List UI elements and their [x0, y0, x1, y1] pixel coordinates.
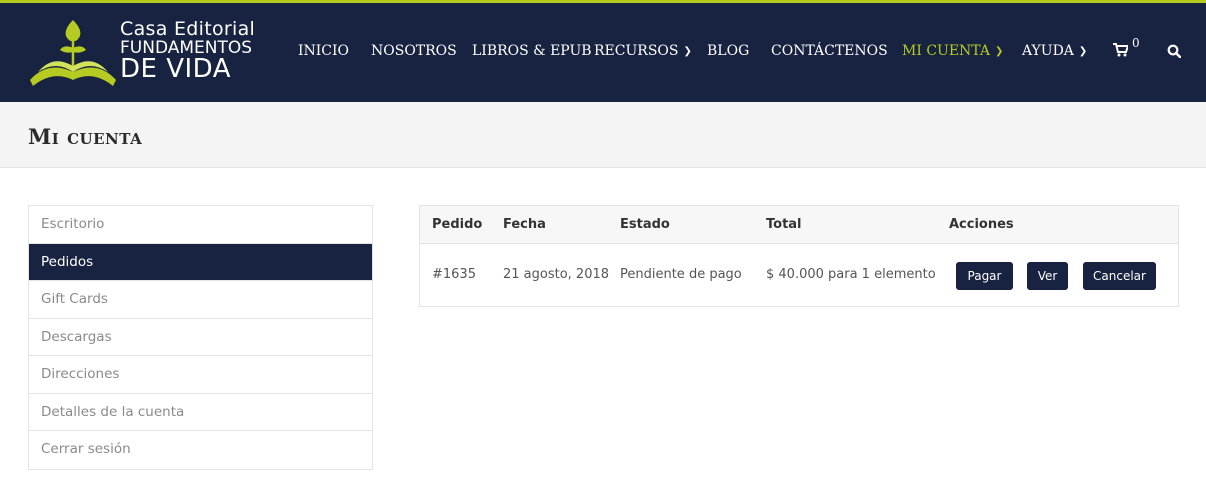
page-title: Mi cuenta [28, 124, 143, 149]
nav-item-label: AYUDA [1022, 43, 1074, 59]
nav-item-blog[interactable]: BLOG [707, 43, 749, 59]
logo-line-1: Casa Editorial [120, 18, 256, 40]
cart-icon[interactable] [1113, 43, 1130, 61]
chevron-down-icon: ❯ [683, 46, 692, 57]
site-logo[interactable]: Casa Editorial FUNDAMENTOS DE VIDA [28, 20, 255, 88]
nav-item-nosotros[interactable]: NOSOTROS [371, 43, 457, 59]
order-total: $ 40.000 para 1 elemento [766, 267, 936, 282]
logo-text: Casa Editorial FUNDAMENTOS DE VIDA [120, 18, 256, 84]
nav-item-label: MI CUENTA [902, 43, 990, 59]
account-nav-descargas[interactable]: Descargas [29, 319, 372, 356]
site-header: Casa Editorial FUNDAMENTOS DE VIDA INICI… [0, 3, 1206, 102]
account-navigation: Escritorio Pedidos Gift Cards Descargas … [28, 205, 373, 470]
logo-line-3: DE VIDA [120, 54, 232, 84]
nav-item-label: BLOG [707, 43, 750, 59]
order-number-link[interactable]: #1635 [432, 267, 476, 282]
account-nav-pedidos[interactable]: Pedidos [29, 243, 372, 281]
nav-item-contactenos[interactable]: CONTÁCTENOS [771, 43, 888, 59]
account-nav-direcciones[interactable]: Direcciones [29, 356, 372, 394]
orders-table-header: Pedido Fecha Estado Total Acciones [420, 206, 1178, 244]
account-nav-gift-cards[interactable]: Gift Cards [29, 281, 372, 319]
account-nav-detalles[interactable]: Detalles de la cuenta [29, 394, 372, 431]
nav-item-label: RECURSOS [594, 43, 679, 59]
nav-item-recursos[interactable]: RECURSOS ❯ [594, 43, 692, 59]
column-header-total: Total [766, 217, 802, 232]
order-date: 21 agosto, 2018 [503, 267, 610, 282]
column-header-order: Pedido [432, 217, 483, 232]
account-nav-cerrar-sesion[interactable]: Cerrar sesión [29, 431, 372, 469]
account-nav-escritorio[interactable]: Escritorio [29, 206, 372, 244]
nav-item-mi-cuenta[interactable]: MI CUENTA ❯ [902, 43, 1003, 59]
nav-item-libros[interactable]: LIBROS & EPUB [472, 43, 592, 59]
book-plant-logo-icon [30, 20, 116, 86]
page-title-bar: Mi cuenta [0, 102, 1206, 168]
orders-table: Pedido Fecha Estado Total Acciones #1635… [419, 205, 1179, 307]
search-icon[interactable] [1167, 44, 1182, 62]
nav-item-label: NOSOTROS [371, 43, 457, 59]
column-header-date: Fecha [503, 217, 546, 232]
cancel-button[interactable]: Cancelar [1083, 262, 1156, 290]
column-header-actions: Acciones [949, 217, 1014, 232]
nav-item-label: INICIO [298, 43, 350, 59]
nav-item-label: LIBROS & EPUB [472, 43, 592, 59]
pay-button[interactable]: Pagar [956, 262, 1013, 290]
order-status: Pendiente de pago [620, 267, 742, 282]
view-button[interactable]: Ver [1027, 262, 1068, 290]
column-header-status: Estado [620, 217, 670, 232]
chevron-down-icon: ❯ [1078, 46, 1088, 57]
nav-item-inicio[interactable]: INICIO [298, 43, 349, 59]
nav-item-label: CONTÁCTENOS [771, 43, 888, 59]
nav-item-ayuda[interactable]: AYUDA ❯ [1022, 43, 1087, 59]
chevron-down-icon: ❯ [994, 46, 1004, 57]
cart-count-badge: 0 [1132, 36, 1140, 50]
